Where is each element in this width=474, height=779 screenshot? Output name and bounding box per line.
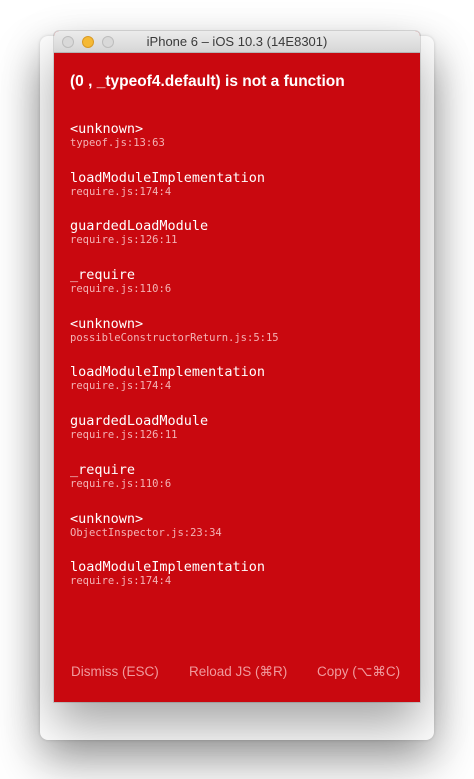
stack-frame-function: <unknown> xyxy=(70,121,144,137)
stack-frame[interactable]: guardedLoadModule require.js:126:11 xyxy=(70,413,410,462)
reload-js-button[interactable]: Reload JS (⌘R) xyxy=(189,664,287,680)
stack-frame[interactable]: guardedLoadModule require.js:126:11 xyxy=(70,218,410,267)
stack-frame[interactable]: <unknown> ObjectInspector.js:23:34 xyxy=(70,511,410,560)
stack-frame-function: <unknown> xyxy=(70,510,144,527)
stack-frame-function: guardedLoadModule xyxy=(70,218,209,235)
stack-frame-location: require.js:126:11 xyxy=(70,429,178,442)
title-bar[interactable]: iPhone 6 – iOS 10.3 (14E8301) xyxy=(54,31,420,53)
stack-frame-location: possibleConstructorReturn.js:5:15 xyxy=(70,331,279,344)
stack-frame-function: _require xyxy=(70,461,136,478)
stack-frame-location: require.js:110:6 xyxy=(70,283,172,296)
stack-frame-location: require.js:174:4 xyxy=(70,380,172,393)
stack-frame-location: require.js:126:11 xyxy=(70,234,178,247)
simulator-window: iPhone 6 – iOS 10.3 (14E8301) (0 , _type… xyxy=(54,31,420,702)
stack-frame-location: require.js:110:6 xyxy=(70,477,172,490)
stack-frame[interactable]: loadModuleImplementation require.js:174:… xyxy=(70,170,410,219)
stack-trace-list: <unknown> typeof.js:13:63 loadModuleImpl… xyxy=(70,121,410,608)
stack-frame-function: _require xyxy=(70,267,136,284)
window-title: iPhone 6 – iOS 10.3 (14E8301) xyxy=(146,34,328,49)
stack-frame[interactable]: <unknown> typeof.js:13:63 xyxy=(70,121,410,170)
redbox-footer: Dismiss (ESC) Reload JS (⌘R) Copy (⌥⌘C) xyxy=(54,658,420,686)
stack-frame[interactable]: loadModuleImplementation require.js:174:… xyxy=(70,559,410,608)
stack-frame-function: <unknown> xyxy=(70,315,144,332)
stack-frame-function: loadModuleImplementation xyxy=(70,364,266,381)
stack-frame[interactable]: _require require.js:110:6 xyxy=(70,462,410,511)
stack-frame[interactable]: <unknown> possibleConstructorReturn.js:5… xyxy=(70,316,410,365)
copy-button[interactable]: Copy (⌥⌘C) xyxy=(317,664,400,680)
stack-frame-location: require.js:174:4 xyxy=(70,185,172,198)
stack-frame-location: ObjectInspector.js:23:34 xyxy=(70,526,222,539)
stack-frame[interactable]: _require require.js:110:6 xyxy=(70,267,410,316)
error-message: (0 , _typeof4.default) is not a function xyxy=(70,73,345,90)
stack-frame-location: typeof.js:13:63 xyxy=(70,137,165,149)
dismiss-button[interactable]: Dismiss (ESC) xyxy=(71,664,159,679)
stack-frame-location: require.js:174:4 xyxy=(70,575,172,588)
stack-frame[interactable]: loadModuleImplementation require.js:174:… xyxy=(70,364,410,413)
stack-frame-function: loadModuleImplementation xyxy=(70,559,266,576)
stack-frame-function: loadModuleImplementation xyxy=(70,169,266,186)
stack-frame-function: guardedLoadModule xyxy=(70,413,209,430)
